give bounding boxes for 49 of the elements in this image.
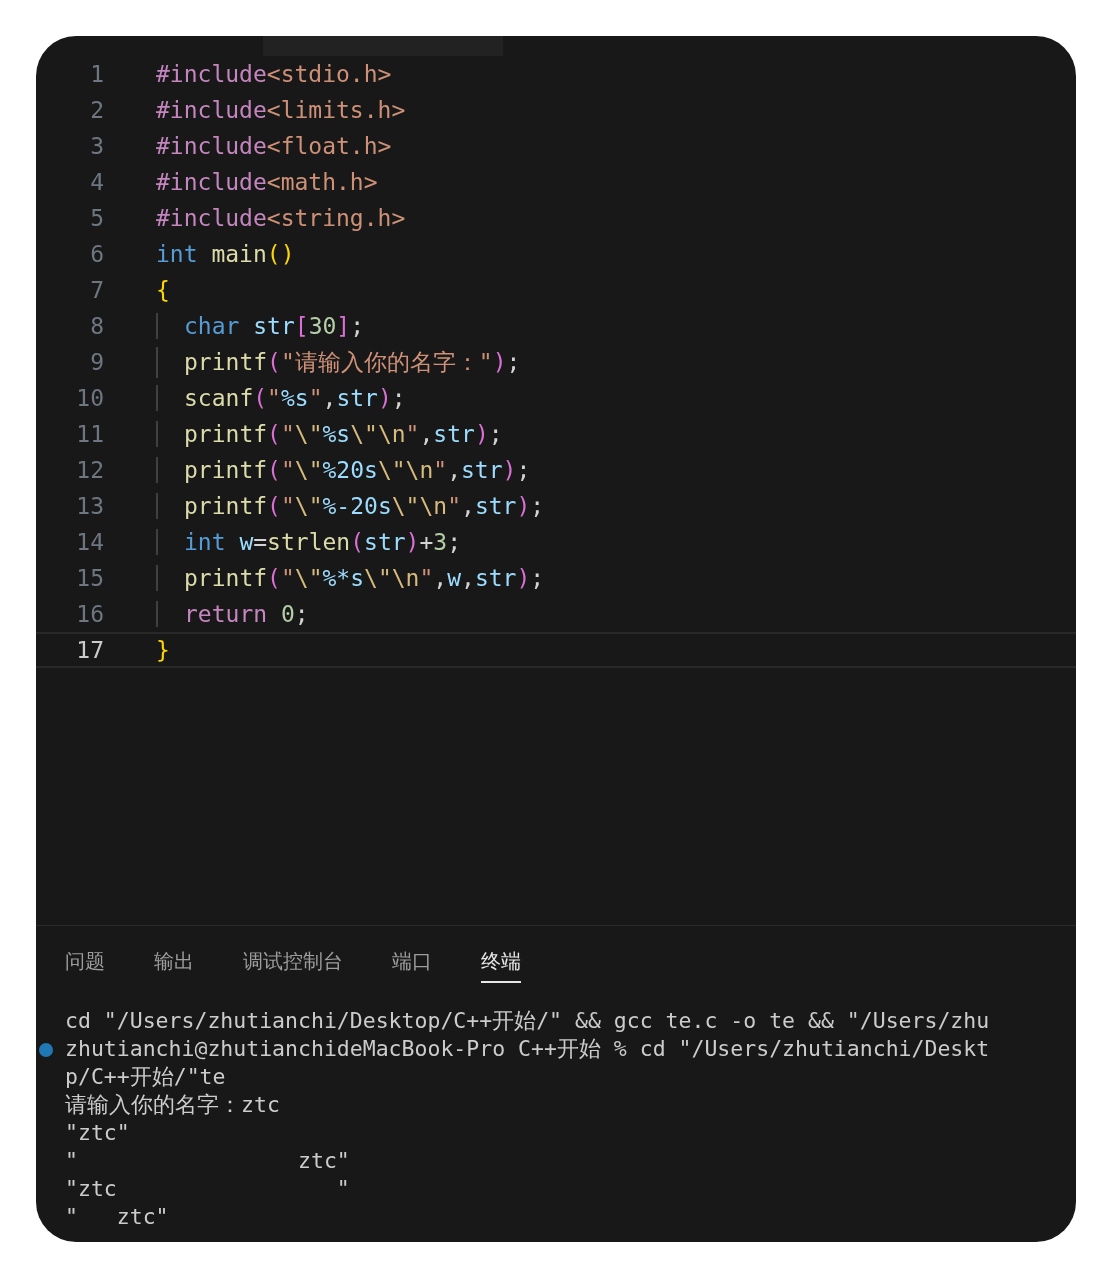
scrollbar-thumb[interactable] [263, 36, 503, 56]
terminal-line: " ztc" [65, 1204, 169, 1229]
code-line: printf("\"%-20s\"\n",str); [184, 493, 545, 519]
code-line: #include<limits.h> [156, 97, 406, 123]
line-number: 4 [89, 169, 104, 195]
code-line: #include<string.h> [156, 205, 406, 231]
line-number: 6 [89, 241, 104, 267]
panel-tab[interactable]: 输出 [154, 946, 194, 983]
terminal-line: 请输入你的名字：ztc [65, 1092, 280, 1117]
line-number: 1 [89, 61, 104, 87]
code-line: #include<float.h> [156, 133, 392, 159]
panel-tab[interactable]: 端口 [392, 946, 432, 983]
line-number: 17 [75, 637, 104, 663]
code-line: #include<stdio.h> [156, 61, 392, 87]
code-line: int main() [156, 241, 295, 267]
line-number: 9 [89, 349, 104, 375]
code-line: return 0; [184, 601, 309, 627]
code-line: printf("\"%s\"\n",str); [184, 421, 503, 447]
line-number: 11 [75, 421, 104, 447]
line-number: 16 [75, 601, 104, 627]
terminal-line: zhutianchi@zhutianchideMacBook-Pro C++开始 % cd "/Users/zhutianchi/Deskt [65, 1036, 990, 1061]
code-line: char str[30]; [184, 313, 365, 339]
line-number: 5 [89, 205, 104, 231]
terminal-line: "ztc " [65, 1176, 350, 1201]
code-line: } [156, 637, 170, 663]
line-number: 14 [75, 529, 104, 555]
line-number: 3 [89, 133, 104, 159]
line-number: 12 [75, 457, 104, 483]
code-line: printf("\"%20s\"\n",str); [184, 457, 531, 483]
code-line: scanf("%s",str); [184, 385, 406, 411]
code-line: #include<math.h> [156, 169, 378, 195]
terminal-line: " ztc" [65, 1148, 350, 1173]
code-line: printf("\"%*s\"\n",w,str); [184, 565, 545, 591]
code-line: { [156, 277, 170, 303]
code-line: printf("请输入你的名字："); [184, 347, 521, 377]
line-number: 8 [89, 313, 104, 339]
line-number: 10 [75, 385, 104, 411]
terminal-line: "ztc" [65, 1120, 130, 1145]
terminal-line: cd "/Users/zhutianchi/Desktop/C++开始/" && gcc te.c -o te && "/Users/zhu [65, 1008, 990, 1033]
panel-tab[interactable]: 调试控制台 [243, 946, 343, 983]
code-line: int w=strlen(str)+3; [184, 529, 462, 555]
line-number: 2 [89, 97, 104, 123]
terminal-line: p/C++开始/"te [65, 1064, 226, 1089]
line-number: 7 [89, 277, 104, 303]
panel-tab[interactable]: 终端 [481, 946, 521, 983]
line-number: 15 [75, 565, 104, 591]
line-number: 13 [75, 493, 104, 519]
command-status-dot[interactable] [39, 1043, 53, 1057]
panel-tab[interactable]: 问题 [65, 946, 105, 983]
